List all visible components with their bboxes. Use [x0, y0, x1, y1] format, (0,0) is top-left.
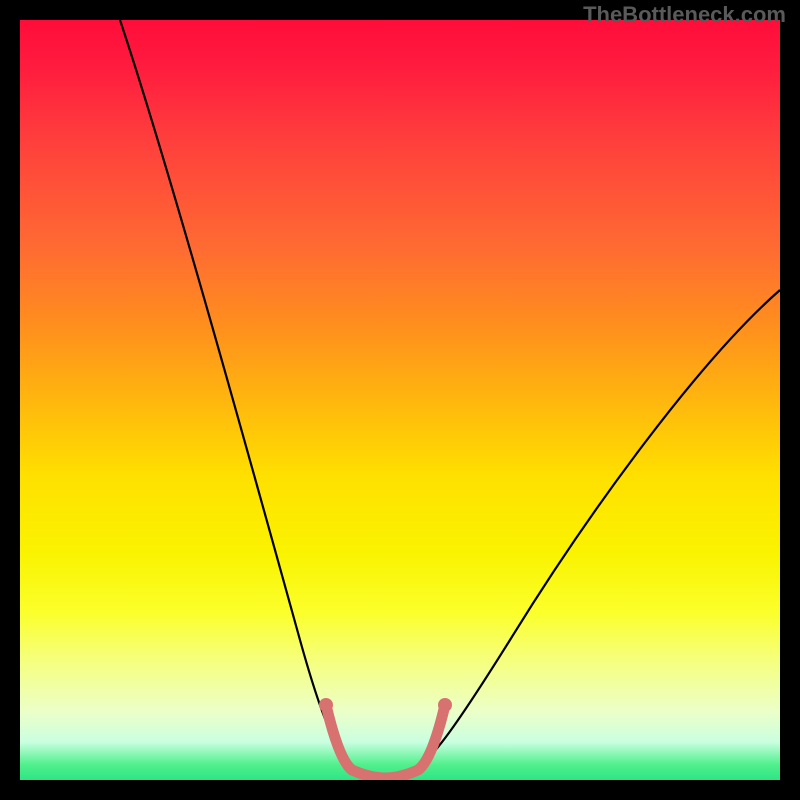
highlight-dot-right [438, 698, 452, 712]
watermark-text: TheBottleneck.com [583, 2, 786, 28]
bottleneck-curve [20, 20, 780, 780]
chart-frame: TheBottleneck.com [0, 0, 800, 800]
curve-highlight [326, 705, 445, 778]
chart-gradient-background [20, 20, 780, 780]
highlight-dot-left [319, 698, 333, 712]
curve-left [120, 20, 780, 776]
